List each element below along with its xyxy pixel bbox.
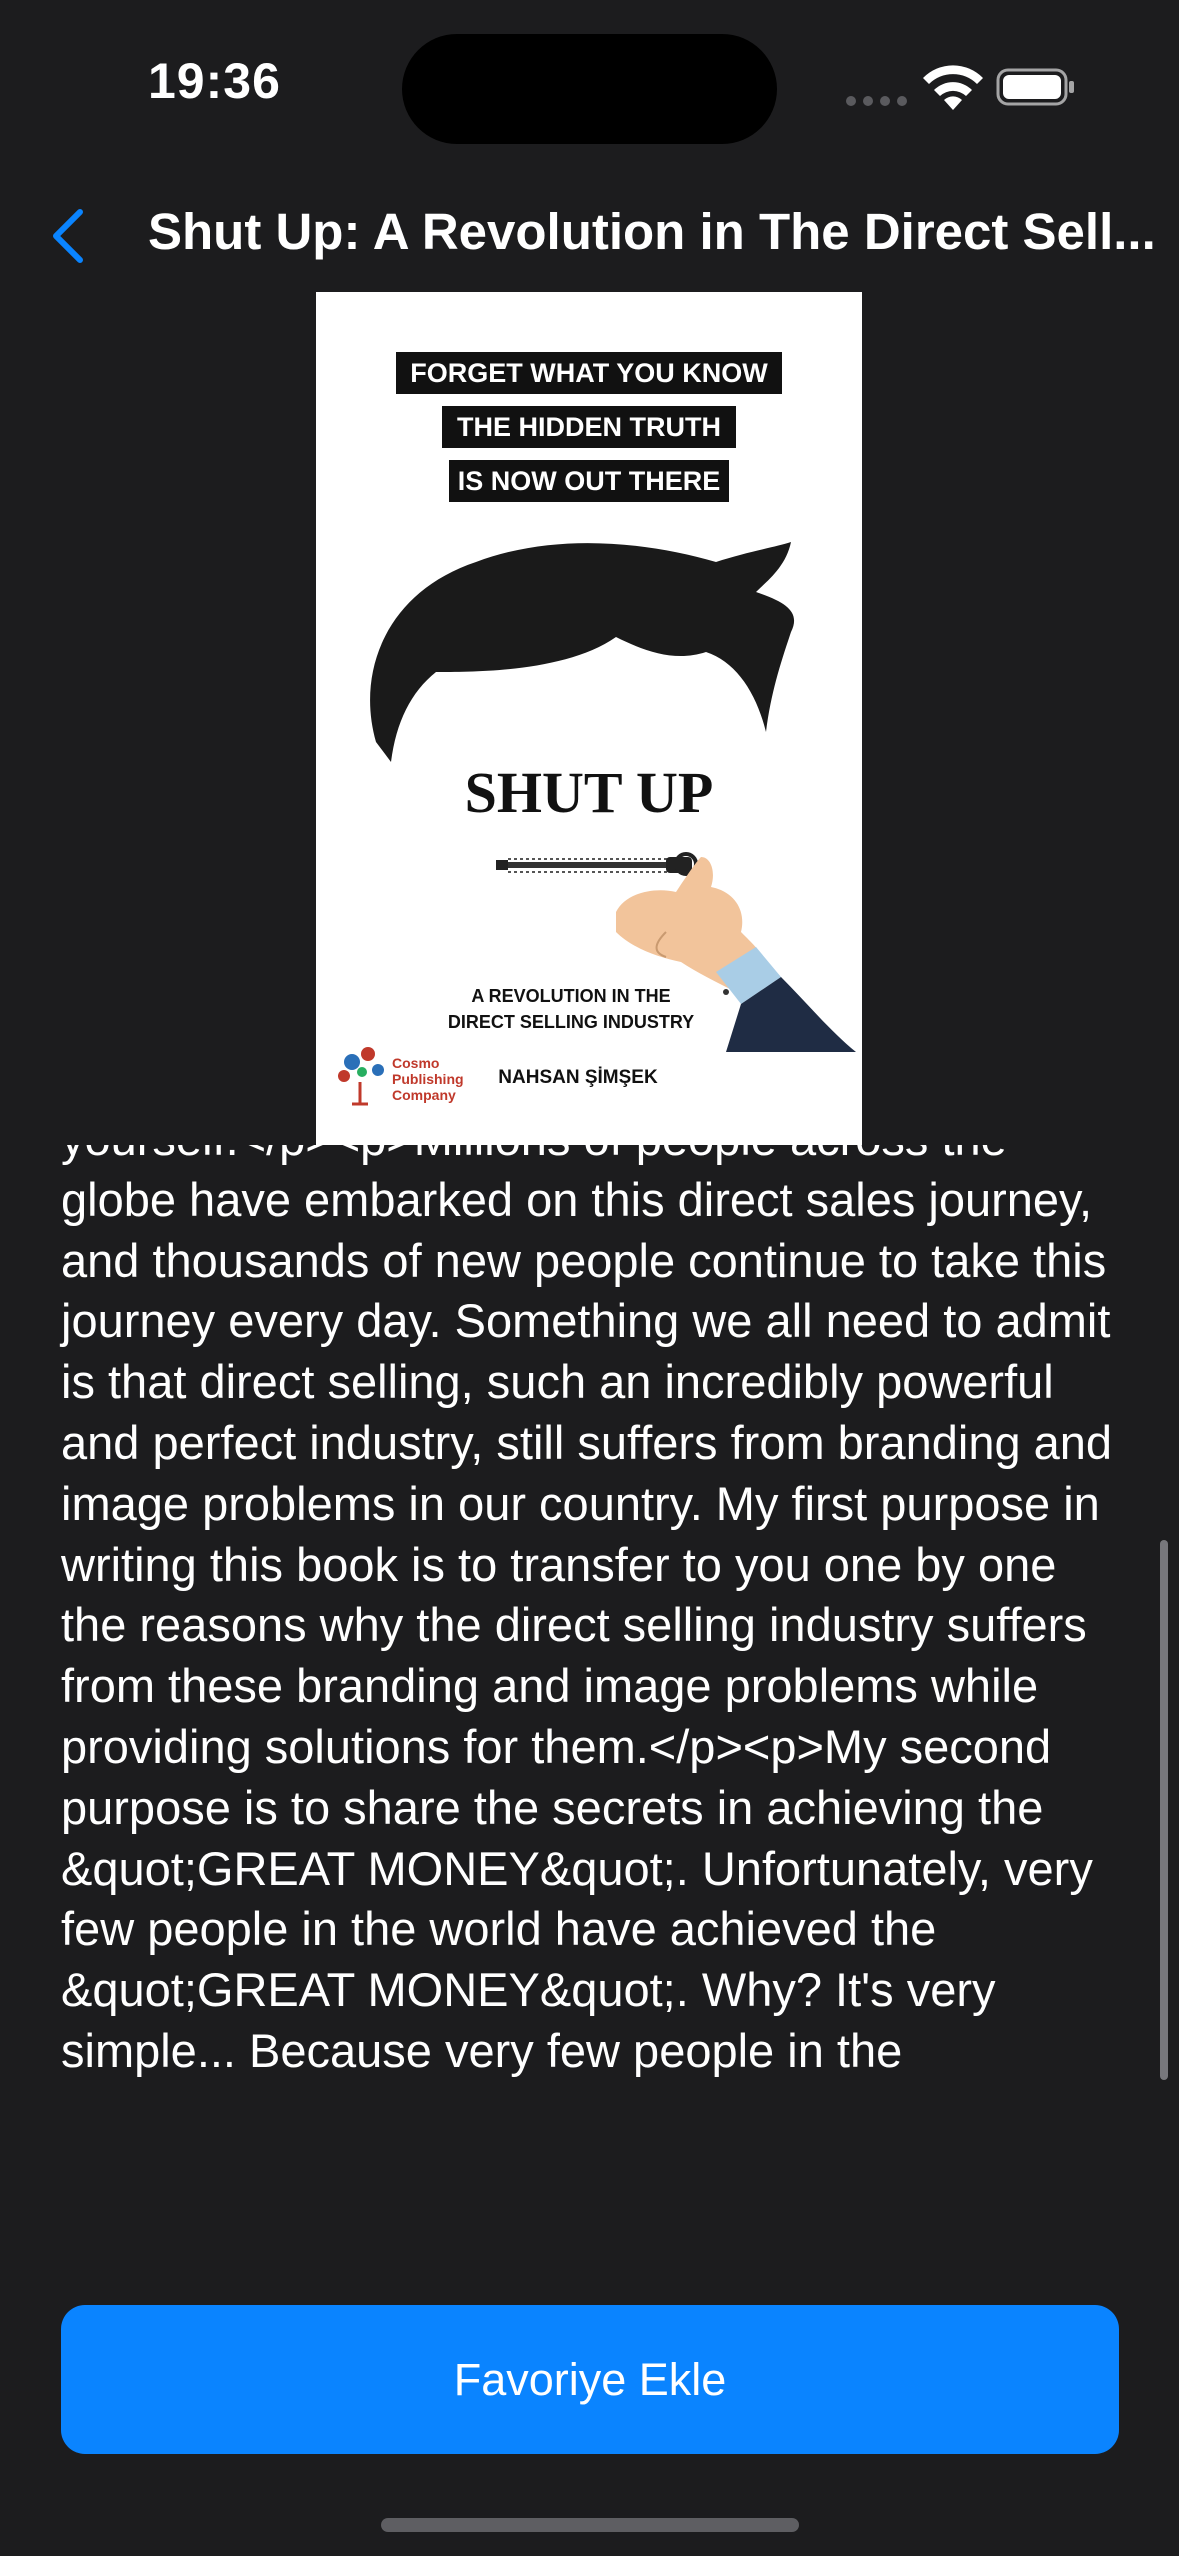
status-bar: 19:36 — [0, 0, 1179, 180]
cover-title: SHUT UP — [465, 760, 714, 825]
publisher-name-line-1: Cosmo — [392, 1055, 439, 1071]
add-favorite-button[interactable]: Favoriye Ekle — [61, 2305, 1119, 2454]
cover-banner-line-1: FORGET WHAT YOU KNOW — [410, 358, 768, 388]
book-description-text: yourself.</p><p>Millions of people acros… — [61, 1145, 1113, 2077]
scrollbar[interactable] — [1160, 1540, 1168, 2080]
chevron-left-icon — [53, 209, 83, 263]
wifi-icon — [923, 65, 983, 110]
cover-subtitle-line-2: DIRECT SELLING INDUSTRY — [448, 1012, 694, 1032]
hair-illustration — [370, 542, 795, 762]
status-time: 19:36 — [148, 53, 281, 109]
home-indicator[interactable] — [381, 2518, 799, 2532]
publisher-logo-icon — [338, 1047, 384, 1106]
page-title: Shut Up: A Revolution in The Direct Sell… — [148, 203, 1156, 260]
publisher-name-line-2: Publishing — [392, 1071, 464, 1087]
navigation-bar: Shut Up: A Revolution in The Direct Sell… — [0, 180, 1179, 290]
back-button[interactable] — [40, 198, 100, 274]
cover-banner-line-3: IS NOW OUT THERE — [458, 466, 721, 496]
cover-author: NAHSAN ŞİMŞEK — [498, 1067, 658, 1088]
dynamic-island — [402, 34, 777, 144]
cover-banner-line-2: THE HIDDEN TRUTH — [457, 412, 721, 442]
publisher-name-line-3: Company — [392, 1087, 456, 1103]
cover-subtitle-line-1: A REVOLUTION IN THE — [471, 986, 670, 1006]
battery-icon — [996, 68, 1074, 106]
cellular-signal-icon — [846, 96, 907, 106]
book-description-scroll[interactable]: yourself.</p><p>Millions of people acros… — [0, 1145, 1179, 2300]
book-cover-image: FORGET WHAT YOU KNOW THE HIDDEN TRUTH IS… — [316, 292, 862, 1145]
